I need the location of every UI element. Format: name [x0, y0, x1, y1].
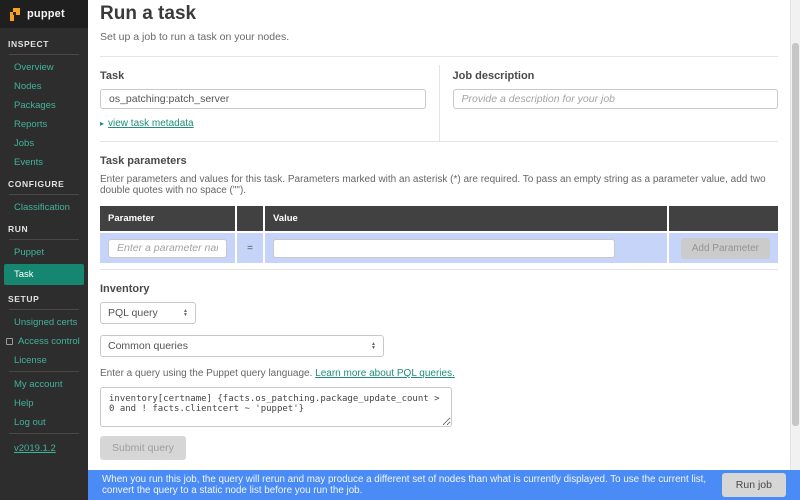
- sidebar-item-classification[interactable]: Classification: [0, 198, 88, 217]
- column-header-parameter: Parameter: [100, 206, 235, 231]
- divider: [9, 54, 79, 55]
- sidebar-item-reports[interactable]: Reports: [0, 115, 88, 134]
- inventory-heading: Inventory: [100, 283, 150, 295]
- run-job-banner: When you run this job, the query will re…: [88, 470, 800, 500]
- parameter-name-input[interactable]: [108, 238, 227, 258]
- sidebar-nav: INSPECT Overview Nodes Packages Reports …: [0, 28, 88, 456]
- nav-heading-setup: SETUP: [8, 294, 40, 304]
- parameter-name-cell: [100, 233, 235, 263]
- sidebar-item-access-control[interactable]: Access control: [0, 332, 88, 351]
- sidebar-item-jobs[interactable]: Jobs: [0, 134, 88, 153]
- divider: [9, 194, 79, 195]
- sidebar-item-overview[interactable]: Overview: [0, 58, 88, 77]
- column-header-value: Value: [265, 206, 667, 231]
- sidebar-item-unsigned-certs[interactable]: Unsigned certs: [0, 313, 88, 332]
- divider: [9, 371, 79, 372]
- pql-help-text: Enter a query using the Puppet query lan…: [100, 368, 778, 379]
- external-link-icon: [6, 338, 13, 345]
- divider: [100, 269, 778, 270]
- nav-heading-inspect: INSPECT: [8, 39, 50, 49]
- sidebar-item-log-out[interactable]: Log out: [0, 413, 88, 432]
- run-job-button[interactable]: Run job: [721, 473, 786, 497]
- common-queries-value: Common queries: [108, 340, 188, 352]
- view-task-metadata-label: view task metadata: [108, 118, 194, 129]
- page-subtitle: Set up a job to run a task on your nodes…: [100, 31, 290, 43]
- banner-message: When you run this job, the query will re…: [102, 474, 707, 496]
- divider: [9, 433, 79, 434]
- pql-help-label: Enter a query using the Puppet query lan…: [100, 368, 313, 379]
- add-parameter-button[interactable]: Add Parameter: [680, 237, 770, 259]
- pql-learn-more-link[interactable]: Learn more about PQL queries.: [315, 368, 455, 379]
- page-title: Run a task: [100, 3, 197, 24]
- scrollbar-thumb[interactable]: [792, 43, 799, 426]
- nav-heading-run: RUN: [8, 224, 29, 234]
- add-parameter-cell: Add Parameter: [669, 233, 778, 263]
- parameter-table: Parameter Value = Add Parameter: [100, 206, 778, 263]
- puppet-logo-icon: [10, 7, 20, 21]
- parameter-value-input[interactable]: [273, 238, 615, 258]
- divider: [9, 239, 79, 240]
- sidebar-item-license[interactable]: License: [0, 351, 88, 370]
- task-section: Task ▸ view task metadata: [100, 57, 439, 141]
- task-input[interactable]: [100, 89, 426, 109]
- pql-query-textarea[interactable]: inventory[certname] {facts.os_patching.p…: [100, 387, 452, 427]
- equals-sign: =: [247, 242, 253, 254]
- task-parameters-description: Enter parameters and values for this tas…: [100, 174, 766, 196]
- select-arrows-icon: ▲ ▼: [183, 307, 188, 318]
- sidebar-item-puppet[interactable]: Puppet: [0, 243, 88, 262]
- caret-right-icon: ▸: [100, 119, 105, 128]
- inventory-type-select[interactable]: PQL query ▲ ▼: [100, 302, 196, 324]
- task-label: Task: [100, 70, 125, 82]
- sidebar: puppet INSPECT Overview Nodes Packages R…: [0, 0, 88, 500]
- parameter-value-cell: [265, 233, 667, 263]
- sidebar-item-my-account[interactable]: My account: [0, 375, 88, 394]
- sidebar-item-nodes[interactable]: Nodes: [0, 77, 88, 96]
- sidebar-item-label: Access control: [18, 336, 80, 347]
- logo-text: puppet: [27, 8, 65, 20]
- run-task-page: puppet INSPECT Overview Nodes Packages R…: [0, 0, 800, 500]
- job-description-label: Job description: [452, 70, 535, 82]
- select-arrows-icon: ▲ ▼: [371, 340, 376, 351]
- task-row: Task ▸ view task metadata Job descriptio…: [100, 57, 778, 141]
- inventory-type-value: PQL query: [108, 307, 158, 319]
- logo-bar: puppet: [0, 0, 88, 28]
- sidebar-item-packages[interactable]: Packages: [0, 96, 88, 115]
- view-task-metadata-link[interactable]: ▸ view task metadata: [100, 118, 194, 129]
- sidebar-item-task[interactable]: Task: [4, 264, 84, 285]
- nav-heading-configure: CONFIGURE: [8, 179, 65, 189]
- common-queries-select[interactable]: Common queries ▲ ▼: [100, 335, 384, 357]
- equals-cell: =: [237, 233, 263, 263]
- divider: [100, 141, 778, 142]
- column-header-spacer: [237, 206, 263, 231]
- main-content: Run a task Set up a job to run a task on…: [88, 0, 790, 500]
- sidebar-item-help[interactable]: Help: [0, 394, 88, 413]
- job-description-section: Job description: [440, 57, 778, 141]
- task-parameters-heading: Task parameters: [100, 155, 187, 167]
- vertical-scrollbar[interactable]: [790, 0, 800, 470]
- sidebar-item-events[interactable]: Events: [0, 153, 88, 172]
- column-header-actions: [669, 206, 778, 231]
- job-description-input[interactable]: [452, 89, 778, 109]
- version-link[interactable]: v2019.1.2: [0, 437, 56, 454]
- submit-query-button[interactable]: Submit query: [100, 436, 186, 460]
- divider: [9, 309, 79, 310]
